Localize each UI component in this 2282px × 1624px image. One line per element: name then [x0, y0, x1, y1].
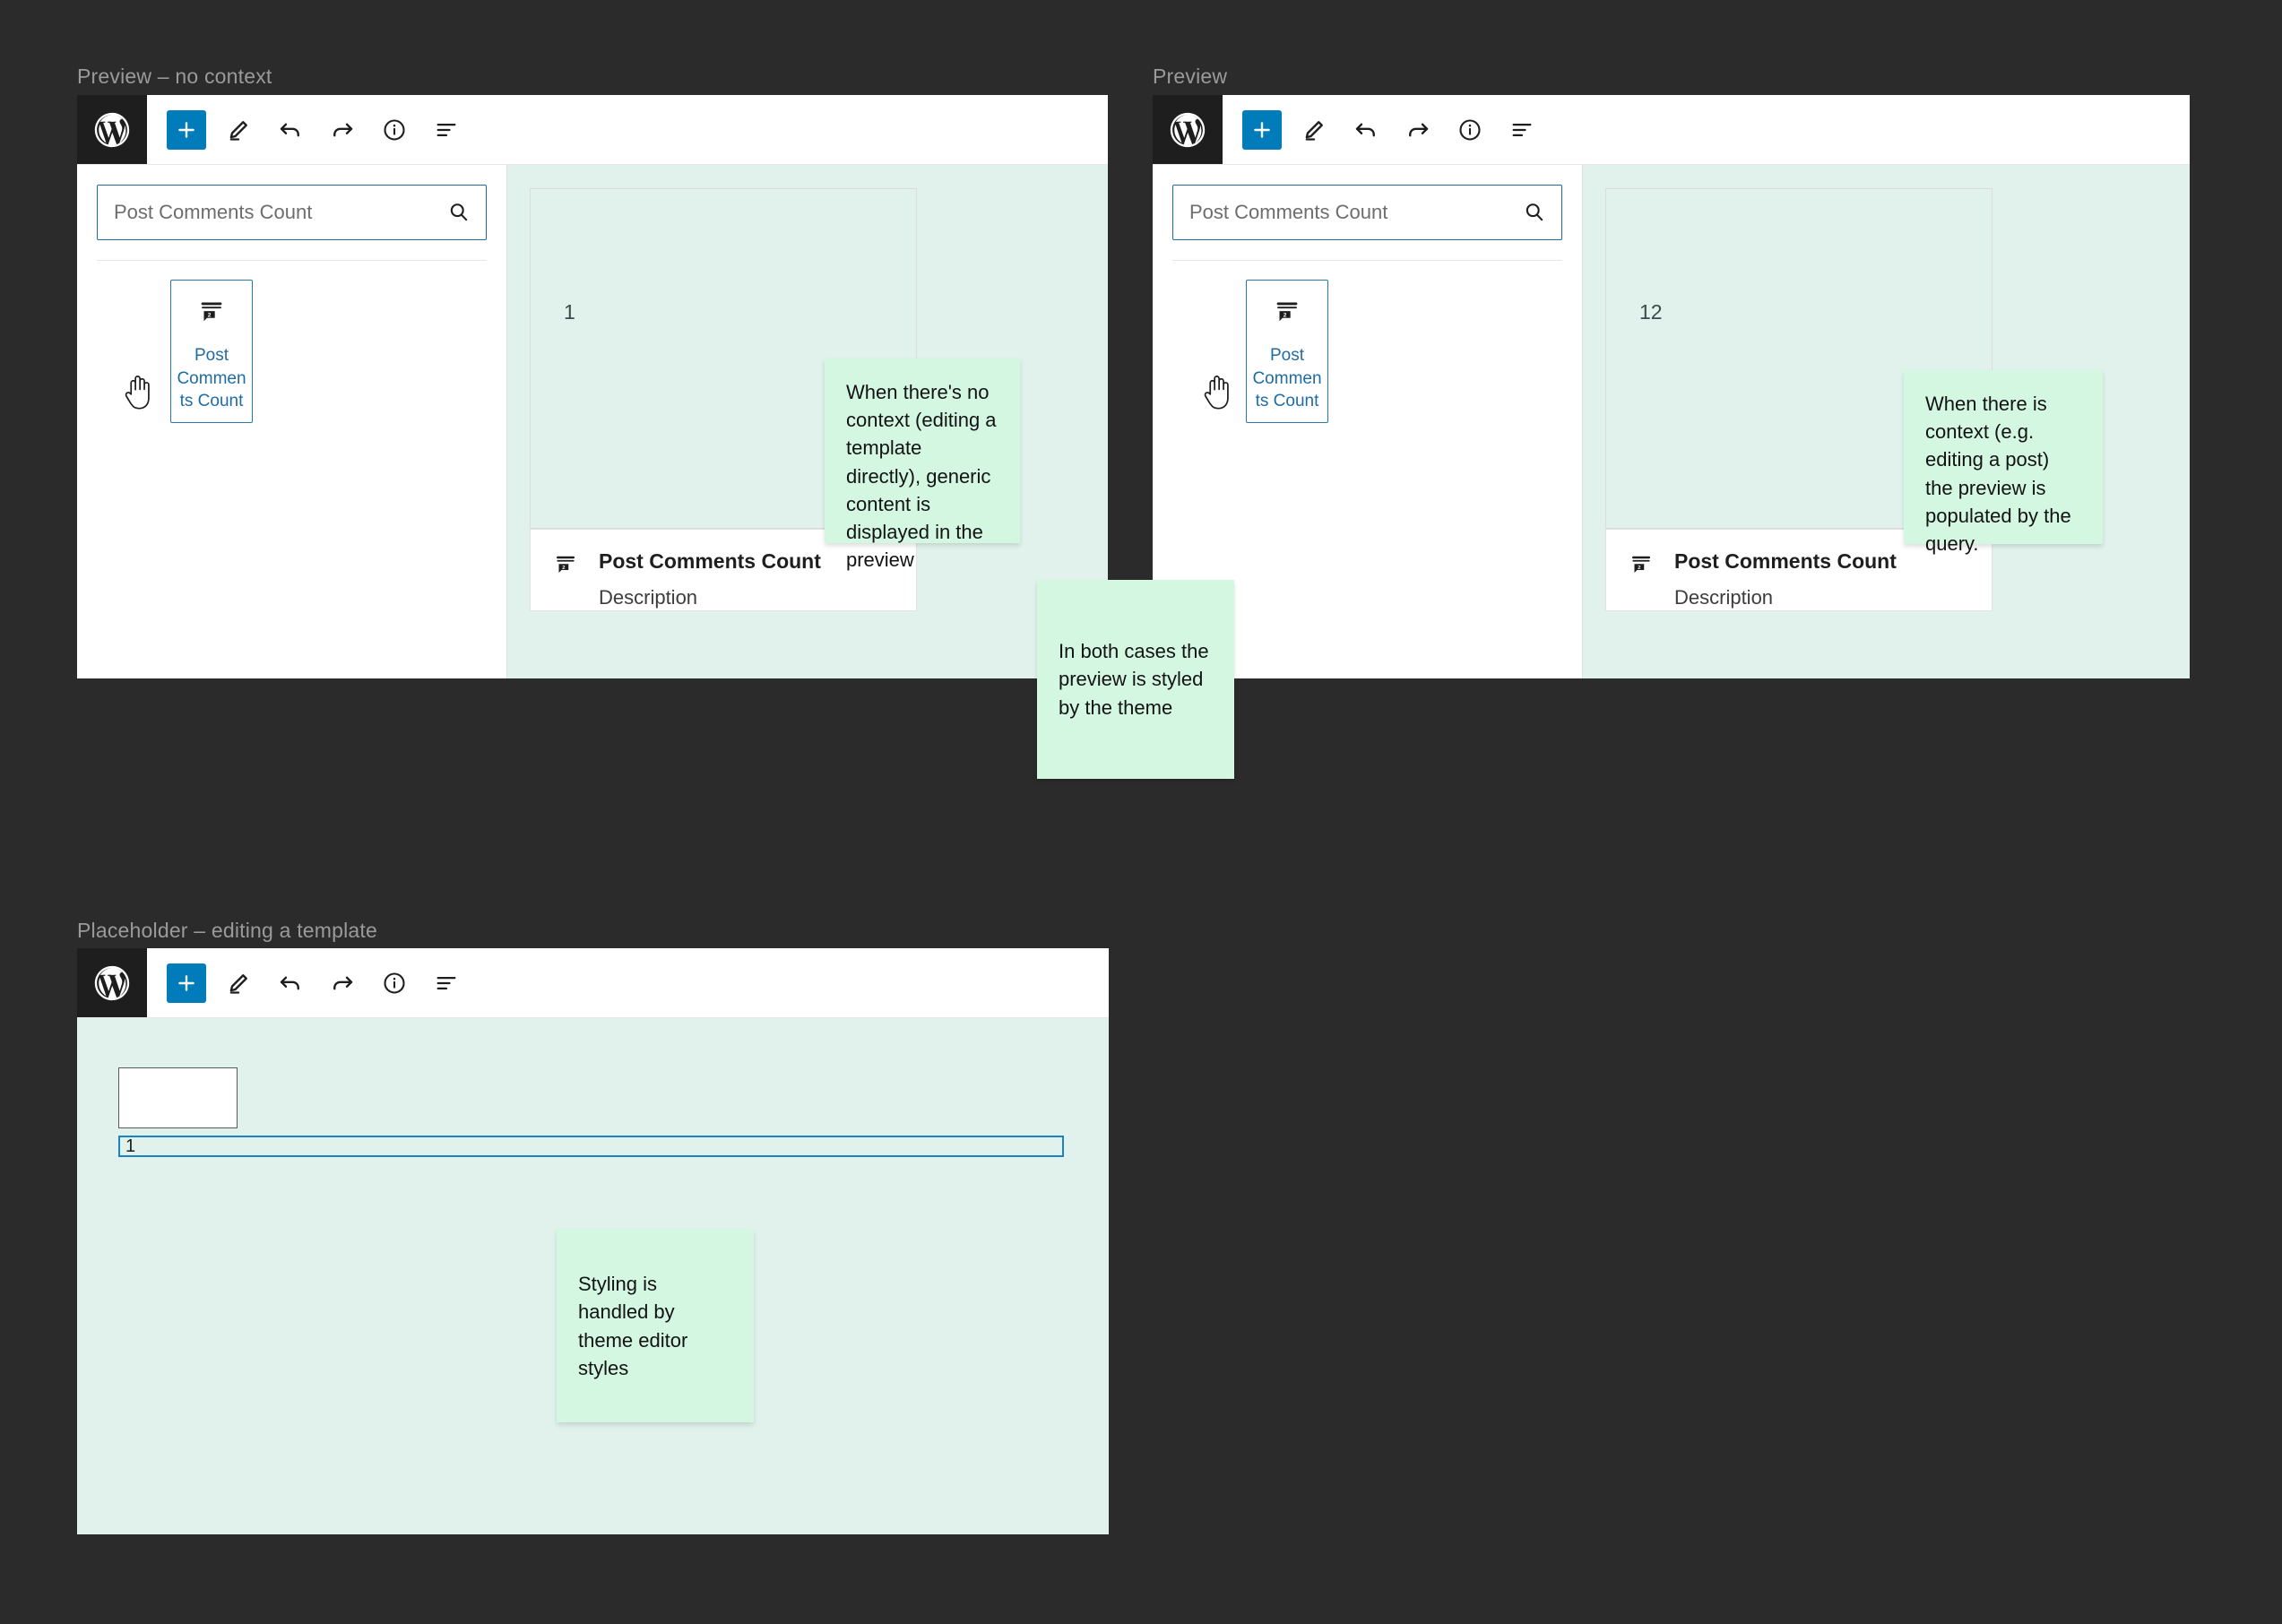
search-wrap: Post Comments Count: [1153, 165, 1582, 261]
search-wrap: Post Comments Count: [77, 165, 506, 261]
add-block-icon[interactable]: [1242, 109, 1282, 150]
list-view-icon[interactable]: [427, 963, 466, 1003]
svg-text:2: 2: [1284, 313, 1287, 319]
wordpress-logo-icon[interactable]: [77, 95, 147, 164]
search-input[interactable]: Post Comments Count: [1172, 185, 1562, 240]
svg-text:2: 2: [562, 566, 565, 571]
svg-text:2: 2: [1638, 566, 1640, 571]
post-comments-count-icon: 2: [1272, 297, 1302, 332]
add-block-icon[interactable]: [167, 109, 206, 150]
block-info-description: Description: [1674, 586, 1774, 609]
sticky-note-with-context: When there is context (e.g. editing a po…: [1904, 370, 2103, 555]
block-info-title: Post Comments Count: [599, 549, 821, 573]
post-comments-count-icon: 2: [1628, 551, 1655, 583]
block-info-text: Post Comments Count Description: [1674, 549, 1897, 609]
redo-icon[interactable]: [1398, 110, 1438, 150]
section-caption-placeholder: Placeholder – editing a template: [77, 919, 378, 942]
preview-comment-count: 12: [1639, 300, 1663, 324]
panel-divider: [1172, 260, 1562, 261]
block-info-description: Description: [599, 586, 698, 609]
preview-comment-count: 1: [564, 300, 575, 324]
sticky-note-theme-styles: Styling is handled by theme editor style…: [557, 1230, 754, 1422]
search-placeholder: Post Comments Count: [114, 201, 313, 223]
placeholder-field-value: 1: [125, 1136, 136, 1156]
panel-divider: [97, 260, 487, 261]
editor-toolbar-no-context: [77, 95, 1108, 165]
edit-pencil-icon[interactable]: [1294, 110, 1334, 150]
placeholder-count-field[interactable]: 1: [118, 1136, 1064, 1157]
list-view-icon[interactable]: [1502, 110, 1542, 150]
search-placeholder: Post Comments Count: [1189, 201, 1388, 223]
editor-toolbar-with-context: [1153, 95, 2190, 165]
sticky-note-text: When there is context (e.g. editing a po…: [1925, 393, 2071, 556]
undo-icon[interactable]: [271, 963, 310, 1003]
redo-icon[interactable]: [323, 963, 362, 1003]
post-comments-count-icon: 2: [552, 551, 579, 583]
block-inserter-panel-no-context: Post Comments Count 2 Post Comments Coun…: [77, 165, 507, 678]
wordpress-logo-icon[interactable]: [77, 948, 147, 1017]
block-card-post-comments-count[interactable]: 2 Post Comments Count: [170, 280, 253, 423]
block-card-label: Post Comments Count: [1252, 346, 1322, 411]
block-card-post-comments-count[interactable]: 2 Post Comments Count: [1246, 280, 1328, 423]
undo-icon[interactable]: [271, 110, 310, 150]
info-icon[interactable]: [375, 963, 414, 1003]
toolbar-actions-with-context: [1223, 95, 1542, 164]
edit-pencil-icon[interactable]: [219, 963, 258, 1003]
svg-text:2: 2: [208, 313, 212, 319]
block-card-label: Post Comments Count: [177, 346, 246, 411]
section-caption-preview-no-context: Preview – no context: [77, 65, 272, 88]
search-icon: [1522, 200, 1547, 225]
add-block-icon[interactable]: [167, 963, 206, 1003]
search-icon: [446, 200, 471, 225]
search-input[interactable]: Post Comments Count: [97, 185, 487, 240]
toolbar-actions-placeholder: [147, 948, 466, 1017]
editor-toolbar-placeholder: [77, 948, 1109, 1018]
section-caption-preview: Preview: [1153, 65, 1228, 88]
undo-icon[interactable]: [1346, 110, 1386, 150]
list-view-icon[interactable]: [427, 110, 466, 150]
post-comments-count-icon: 2: [196, 297, 227, 332]
sticky-note-no-context: When there's no context (editing a templ…: [825, 358, 1020, 571]
sticky-note-text: Styling is handled by theme editor style…: [578, 1273, 688, 1379]
edit-pencil-icon[interactable]: [219, 110, 258, 150]
screenshot-canvas: Preview – no context Post Comments Count…: [0, 0, 2282, 1624]
wordpress-logo-icon[interactable]: [1153, 95, 1223, 164]
toolbar-actions-no-context: [147, 95, 466, 164]
sticky-note-text: When there's no context (editing a templ…: [846, 381, 997, 572]
block-info-title: Post Comments Count: [1674, 549, 1897, 573]
sticky-note-both-cases: In both cases the preview is styled by t…: [1037, 580, 1234, 779]
info-icon[interactable]: [1450, 110, 1490, 150]
info-icon[interactable]: [375, 110, 414, 150]
placeholder-empty-box[interactable]: [118, 1067, 238, 1128]
block-info-text: Post Comments Count Description: [599, 549, 821, 609]
redo-icon[interactable]: [323, 110, 362, 150]
sticky-note-text: In both cases the preview is styled by t…: [1059, 640, 1209, 719]
